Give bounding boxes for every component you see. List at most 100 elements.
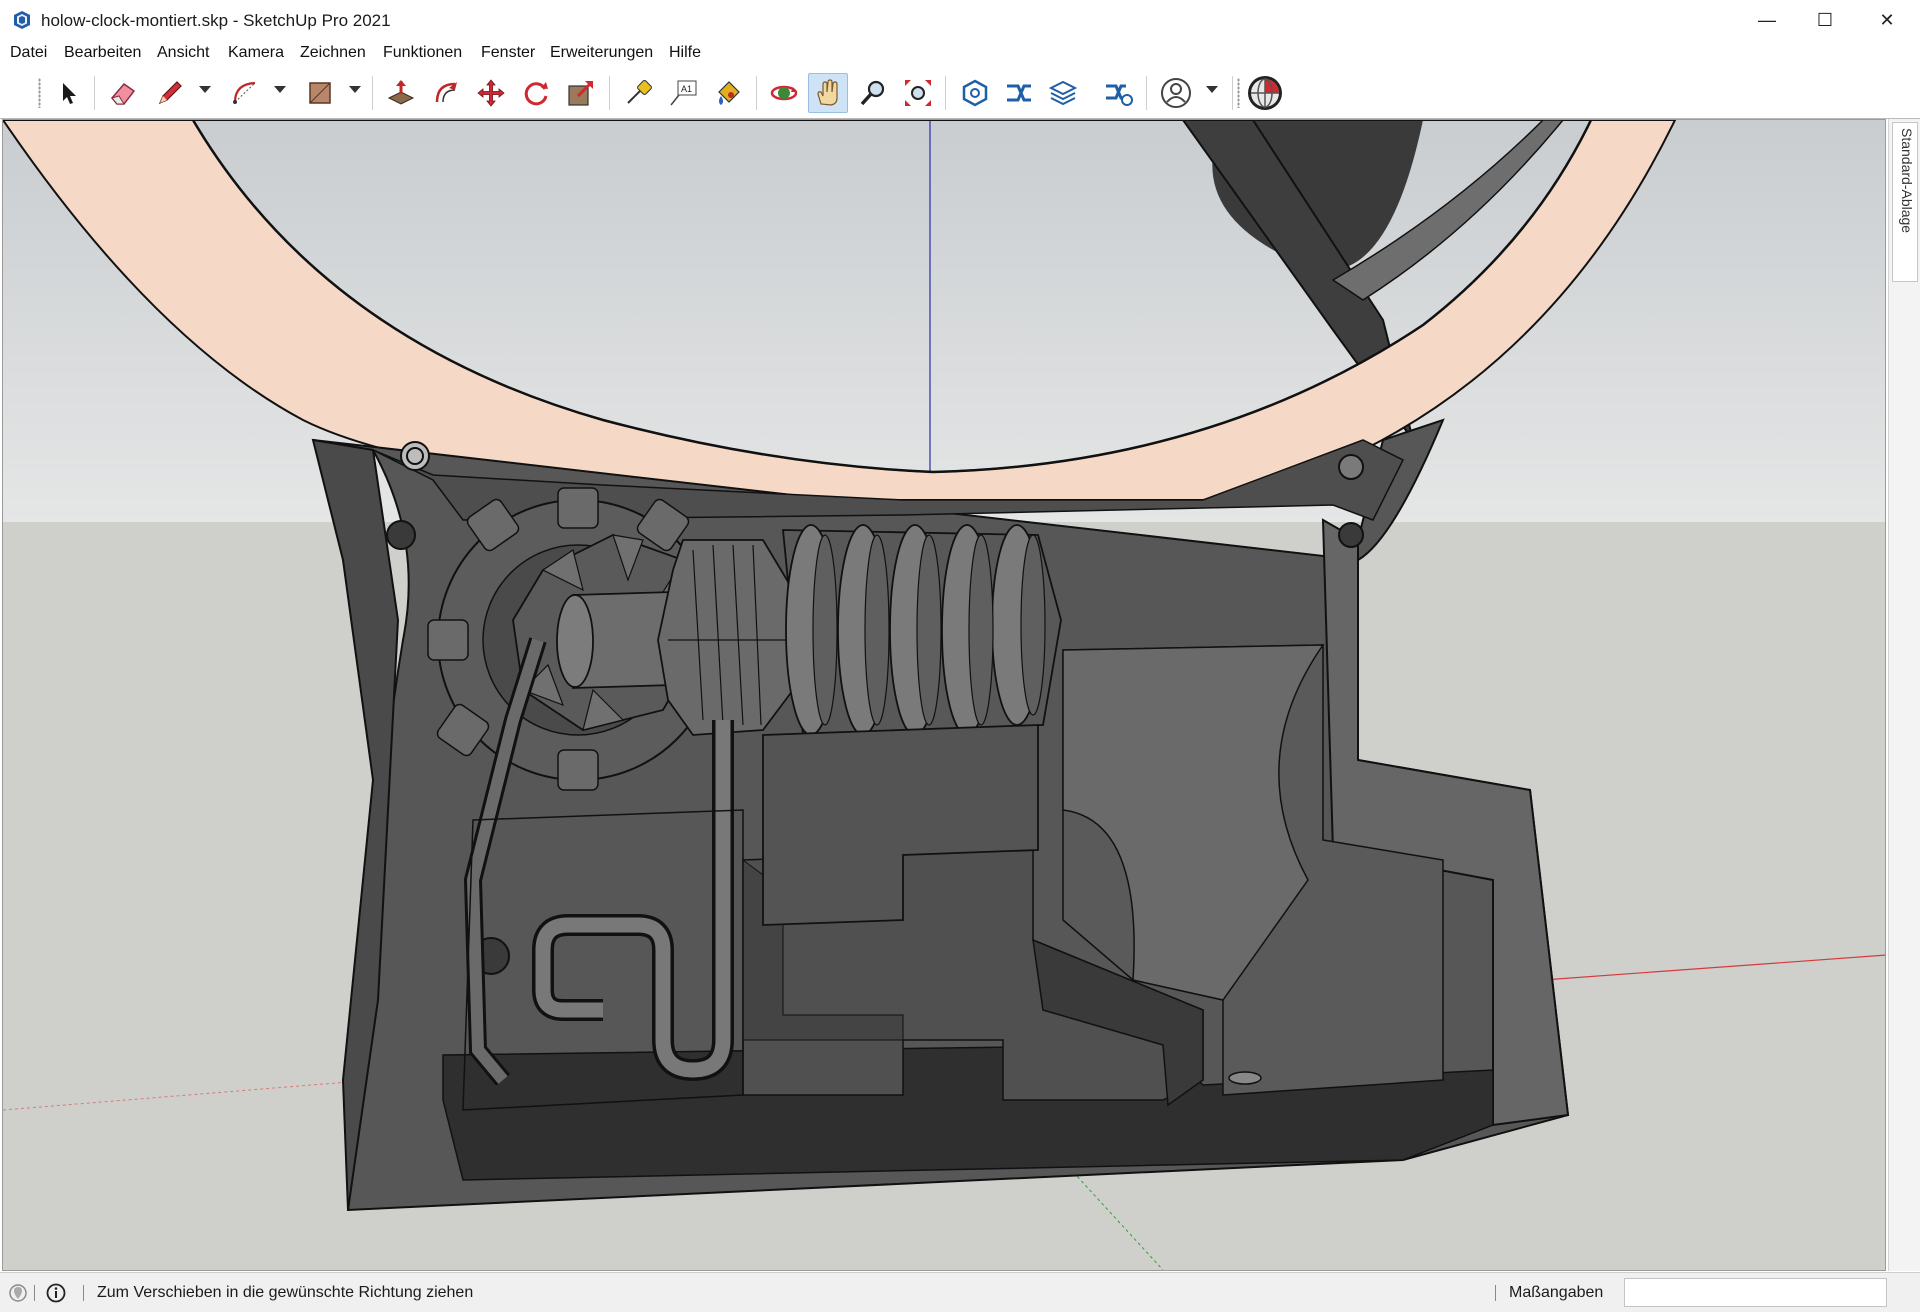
mount-screw — [1338, 454, 1364, 480]
menu-bearbeiten[interactable]: Bearbeiten — [64, 44, 141, 62]
minimize-icon: — — [1758, 9, 1776, 30]
extension-manager-icon — [1106, 84, 1133, 106]
measurements-input[interactable] — [1624, 1278, 1887, 1307]
layout-send-icon — [1048, 80, 1078, 106]
tape-measure-icon — [627, 80, 652, 104]
scale-icon — [568, 80, 594, 106]
3d-warehouse-button[interactable] — [955, 73, 995, 113]
menu-erweiterungen[interactable]: Erweiterungen — [550, 44, 653, 62]
push-pull-icon — [387, 80, 415, 105]
tray-tab-label: Standard-Ablage — [1899, 128, 1915, 234]
push-pull-tool-button[interactable] — [381, 73, 421, 113]
menu-kamera[interactable]: Kamera — [228, 44, 284, 62]
model-viewport[interactable] — [2, 119, 1886, 1271]
paint-bucket-tool-button[interactable] — [708, 73, 748, 113]
close-button[interactable]: ✕ — [1858, 0, 1916, 40]
mount-hole — [386, 520, 416, 550]
pan-hand-icon — [817, 79, 838, 106]
toolbar: A1 — [0, 68, 1920, 119]
extension-warehouse-icon — [1007, 84, 1031, 102]
window-title: holow-clock-montiert.skp - SketchUp Pro … — [41, 11, 391, 30]
move-icon — [477, 79, 505, 107]
status-separator — [34, 1285, 35, 1301]
zoom-tool-button[interactable] — [853, 73, 893, 113]
trimble-connect-button[interactable] — [1245, 73, 1285, 113]
worm-pinion — [657, 539, 794, 736]
maximize-icon: ☐ — [1816, 9, 1834, 30]
scale-tool-button[interactable] — [561, 73, 601, 113]
toolbar-separator — [372, 76, 373, 110]
arc-icon — [233, 81, 256, 104]
trimble-connect-icon — [1248, 76, 1282, 110]
toolbar-separator — [94, 76, 95, 110]
select-arrow-icon — [63, 83, 76, 104]
menu-zeichnen[interactable]: Zeichnen — [300, 44, 366, 62]
minimize-button[interactable]: — — [1738, 0, 1796, 40]
mount-screw — [400, 441, 430, 471]
3d-model-scene[interactable] — [3, 120, 1886, 1271]
toolbar-separator — [756, 76, 757, 110]
pan-tool-button[interactable] — [808, 73, 848, 113]
toolbar-grip[interactable] — [38, 78, 41, 108]
status-bar: Zum Verschieben in die gewünschte Richtu… — [0, 1272, 1920, 1312]
menu-hilfe[interactable]: Hilfe — [669, 44, 701, 62]
arc-dropdown-chevron-icon[interactable] — [274, 86, 286, 93]
extension-manager-button[interactable] — [1099, 73, 1139, 113]
status-hint-text: Zum Verschieben in die gewünschte Richtu… — [97, 1284, 474, 1301]
geolocation-icon[interactable] — [8, 1283, 28, 1303]
offset-icon — [435, 82, 457, 103]
drive-shaft-end — [556, 594, 594, 688]
tape-measure-tool-button[interactable] — [618, 73, 658, 113]
eraser-tool-button[interactable] — [103, 73, 143, 113]
layout-send-button[interactable] — [1043, 73, 1083, 113]
status-separator — [1495, 1285, 1496, 1301]
measurements-label: Maßangaben — [1509, 1284, 1604, 1301]
menu-funktionen[interactable]: Funktionen — [383, 44, 462, 62]
status-separator — [83, 1285, 84, 1301]
toolbar-grip[interactable] — [1237, 78, 1240, 108]
extension-warehouse-button[interactable] — [999, 73, 1039, 113]
menu-ansicht[interactable]: Ansicht — [157, 44, 209, 62]
arc-tool-button[interactable] — [225, 73, 265, 113]
menu-datei[interactable]: Datei — [10, 44, 47, 62]
instructor-info-icon[interactable] — [46, 1283, 66, 1303]
warehouse-icon — [962, 79, 988, 107]
side-tray — [1888, 119, 1920, 1271]
text-tool-button[interactable]: A1 — [663, 73, 703, 113]
eraser-icon — [111, 82, 136, 105]
pencil-icon — [158, 81, 182, 105]
rectangle-icon — [309, 82, 331, 104]
orbit-tool-button[interactable] — [764, 73, 804, 113]
zoom-icon — [860, 80, 885, 106]
toolbar-separator — [609, 76, 610, 110]
toolbar-separator — [1232, 76, 1233, 110]
account-icon — [1161, 78, 1191, 108]
toolbar-separator — [1146, 76, 1147, 110]
close-icon: ✕ — [1879, 9, 1895, 30]
rectangle-tool-button[interactable] — [300, 73, 340, 113]
select-tool-button[interactable] — [48, 73, 88, 113]
zoom-extents-tool-button[interactable] — [898, 73, 938, 113]
text-label-icon: A1 — [670, 80, 697, 106]
pencil-dropdown-chevron-icon[interactable] — [199, 86, 211, 93]
maximize-button[interactable]: ☐ — [1796, 0, 1854, 40]
text-tool-glyph: A1 — [681, 84, 692, 94]
paint-bucket-icon — [718, 81, 740, 105]
menu-fenster[interactable]: Fenster — [481, 44, 535, 62]
title-bar: holow-clock-montiert.skp - SketchUp Pro … — [0, 0, 1920, 41]
pencil-tool-button[interactable] — [150, 73, 190, 113]
orbit-icon — [770, 85, 798, 101]
menu-bar: Datei Bearbeiten Ansicht Kamera Zeichnen… — [0, 40, 1920, 68]
toolbar-separator — [945, 76, 946, 110]
floor-screw — [1228, 1071, 1262, 1085]
move-tool-button[interactable] — [471, 73, 511, 113]
rotate-tool-button[interactable] — [516, 73, 556, 113]
account-dropdown-chevron-icon[interactable] — [1206, 86, 1218, 93]
account-button[interactable] — [1156, 73, 1196, 113]
rotate-icon — [524, 82, 548, 106]
offset-tool-button[interactable] — [426, 73, 466, 113]
mount-hole — [1338, 522, 1364, 548]
zoom-extents-icon — [905, 80, 931, 106]
sketchup-app-icon — [14, 11, 30, 29]
shape-dropdown-chevron-icon[interactable] — [349, 86, 361, 93]
